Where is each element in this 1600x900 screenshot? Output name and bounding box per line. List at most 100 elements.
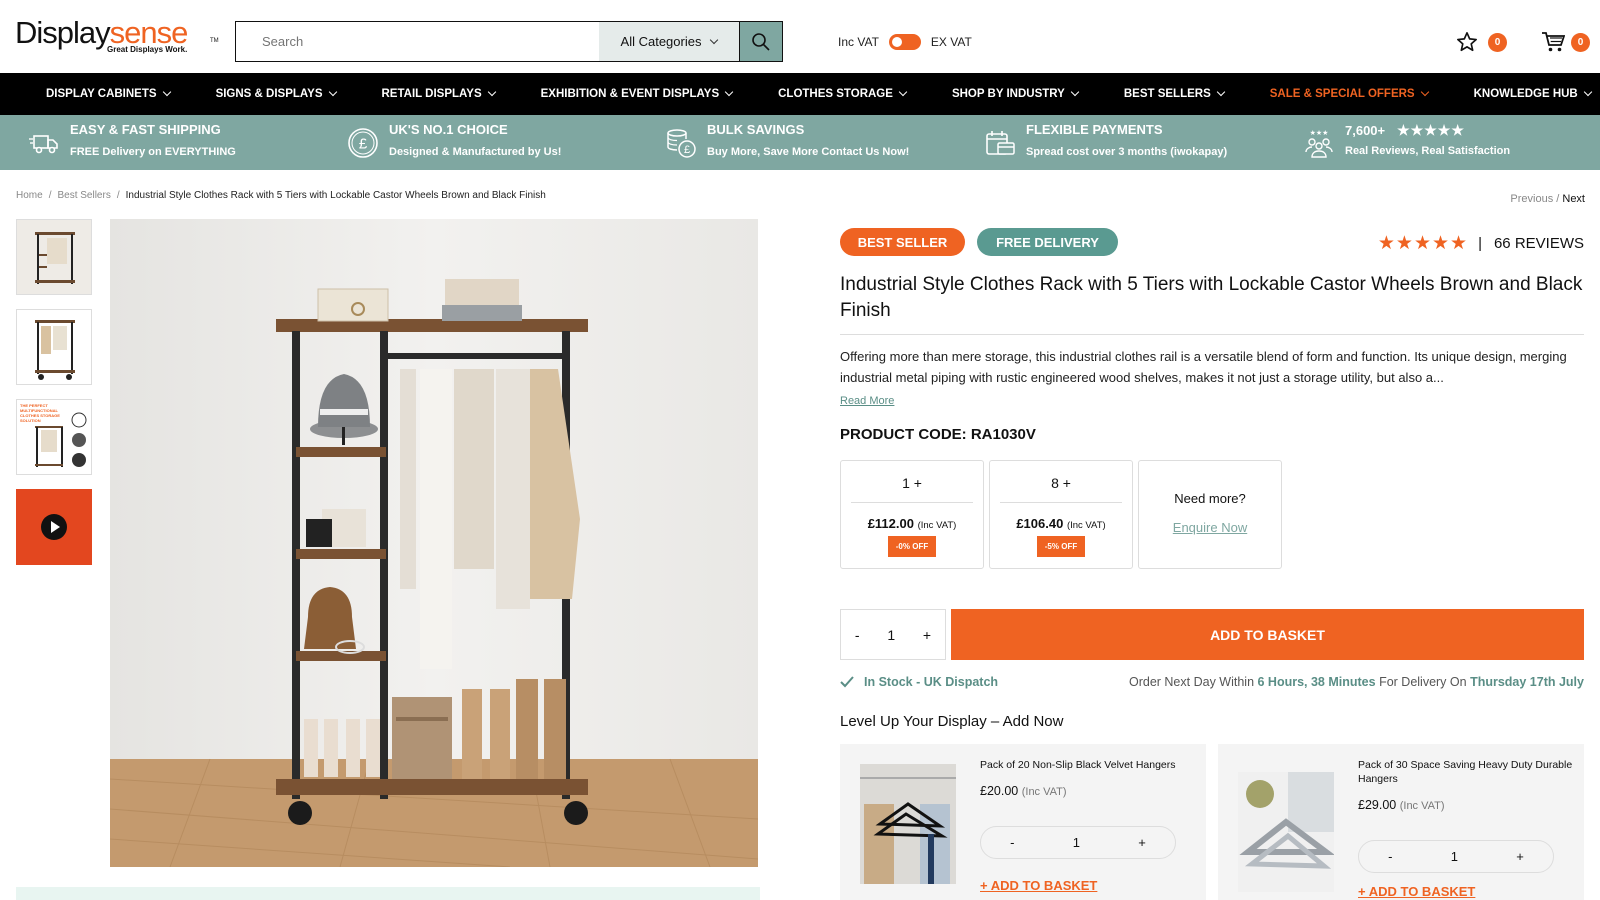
upsell-image[interactable] <box>1238 772 1334 892</box>
upsell-decrease-button[interactable]: - <box>1388 849 1392 864</box>
nav-label: SIGNS & DISPLAYS <box>215 88 323 100</box>
cart-button[interactable]: 0 <box>1541 31 1590 53</box>
rack-clothes-thumbnail-image <box>17 310 91 384</box>
quantity-stepper: - 1 + <box>840 609 946 660</box>
usp-reviews: ★★★ 7,600+ ★★★★★ Real Reviews, Real Satis… <box>1303 122 1510 159</box>
tier-vat-note: (Inc VAT) <box>917 520 957 531</box>
usp-shipping: EASY & FAST SHIPPING FREE Delivery on EVE… <box>28 122 236 159</box>
nav-item-display-cabinets[interactable]: DISPLAY CABINETS <box>46 87 171 100</box>
nav-item-signs-displays[interactable]: SIGNS & DISPLAYS <box>215 87 337 100</box>
upsell-name[interactable]: Pack of 30 Space Saving Heavy Duty Durab… <box>1358 758 1573 786</box>
pager-separator: / <box>1556 193 1560 205</box>
breadcrumb-home[interactable]: Home <box>16 190 43 201</box>
upsell-add-to-basket[interactable]: + ADD TO BASKET <box>980 878 1097 893</box>
velvet-hangers-photo <box>860 764 956 884</box>
stock-status: In Stock - UK Dispatch <box>840 675 998 689</box>
enquire-now-link[interactable]: Enquire Now <box>1139 520 1281 535</box>
truck-icon <box>29 135 58 154</box>
product-description: Offering more than mere storage, this in… <box>840 349 1567 385</box>
usp-subtitle: Real Reviews, Real Satisfaction <box>1345 145 1511 157</box>
search-button[interactable] <box>739 22 782 61</box>
quantity-increase-button[interactable]: + <box>923 627 931 643</box>
usp-uk-choice: £ UK'S NO.1 CHOICE Designed & Manufacture… <box>347 122 561 159</box>
price-tier-1[interactable]: 1 + £112.00 (Inc VAT) -0% OFF <box>840 460 984 569</box>
add-to-basket-button[interactable]: ADD TO BASKET <box>951 609 1584 660</box>
main-product-image[interactable] <box>110 219 758 867</box>
upsell-image[interactable] <box>860 764 956 884</box>
previous-link[interactable]: Previous <box>1510 193 1553 205</box>
vat-toggle[interactable] <box>888 34 921 50</box>
logo-tagline: Great Displays Work. <box>107 45 188 54</box>
cart-icon <box>1542 32 1565 52</box>
upsell-quantity-value[interactable]: 1 <box>1073 835 1080 850</box>
breadcrumb-current: Industrial Style Clothes Rack with 5 Tie… <box>125 190 546 201</box>
chevron-down-icon <box>162 87 171 97</box>
search-icon <box>752 32 770 51</box>
upsell-decrease-button[interactable]: - <box>1010 835 1014 850</box>
quantity-decrease-button[interactable]: - <box>855 627 860 643</box>
upsell-increase-button[interactable]: + <box>1138 835 1146 850</box>
delivery-time: 6 Hours, 38 Minutes <box>1257 675 1376 689</box>
usp-subtitle: FREE Delivery on EVERYTHING <box>70 146 236 158</box>
review-count: 66 REVIEWS <box>1493 235 1584 252</box>
wishlist-button[interactable]: 0 <box>1456 31 1507 53</box>
chevron-down-icon <box>487 87 496 97</box>
nav-item-best-sellers[interactable]: BEST SELLERS <box>1123 87 1225 100</box>
tier-price: £106.40 <box>1016 516 1064 531</box>
svg-text:£: £ <box>359 136 368 153</box>
site-logo[interactable]: Displaysense Great Displays Work. TM <box>15 15 219 55</box>
price-tier-2[interactable]: 8 + £106.40 (Inc VAT) -5% OFF <box>989 460 1133 569</box>
delivery-text: For Delivery On <box>1375 675 1471 689</box>
quantity-value[interactable]: 1 <box>887 627 895 643</box>
nav-item-clothes-storage[interactable]: CLOTHES STORAGE <box>778 87 908 100</box>
nav-label: CLOTHES STORAGE <box>778 88 893 100</box>
delivery-countdown: Order Next Day Within 6 Hours, 38 Minute… <box>1129 675 1584 689</box>
nav-item-retail-displays[interactable]: RETAIL DISPLAYS <box>382 87 496 100</box>
upsell-quantity-stepper: - 1 + <box>980 826 1176 859</box>
breadcrumb-category[interactable]: Best Sellers <box>57 190 110 201</box>
nav-item-sale-offers[interactable]: SALE & SPECIAL OFFERS <box>1270 87 1429 100</box>
nav-item-knowledge-hub[interactable]: KNOWLEDGE HUB <box>1474 87 1592 100</box>
star-outline-icon <box>1457 32 1477 52</box>
search-input[interactable] <box>236 22 599 61</box>
nav-item-exhibition-event-displays[interactable]: EXHIBITION & EVENT DISPLAYS <box>540 87 734 100</box>
usp-rating-stars: ★★★★★ <box>1397 122 1465 138</box>
product-rating[interactable]: ★★★★★ | 66 REVIEWS <box>1378 232 1584 255</box>
rack-infographic-thumbnail-image <box>35 412 87 467</box>
rating-separator: | <box>1478 235 1482 252</box>
thumbnail-2[interactable] <box>16 309 92 385</box>
chevron-down-icon <box>724 87 734 97</box>
tier-quantity: 1 + <box>902 475 922 491</box>
upsell-name[interactable]: Pack of 20 Non-Slip Black Velvet Hangers <box>980 758 1195 772</box>
category-select[interactable]: All Categories <box>599 22 739 61</box>
nav-label: EXHIBITION & EVENT DISPLAYS <box>540 88 720 100</box>
usp-bulk-savings: £ BULK SAVINGS Buy More, Save More Contac… <box>665 122 909 159</box>
image-footer-strip <box>16 887 760 900</box>
chevron-down-icon <box>328 87 337 97</box>
delivery-text: Order Next Day Within <box>1128 675 1258 689</box>
check-icon <box>840 676 854 688</box>
tier-vat-note: (Inc VAT) <box>1066 520 1106 531</box>
tier-price: £112.00 <box>867 516 914 531</box>
product-title: Industrial Style Clothes Rack with 5 Tie… <box>840 274 1583 321</box>
video-thumbnail[interactable] <box>16 489 92 565</box>
stock-text: In Stock - UK Dispatch <box>864 675 999 689</box>
usp-title: FLEXIBLE PAYMENTS <box>1026 122 1163 137</box>
nav-item-shop-by-industry[interactable]: SHOP BY INDUSTRY <box>952 87 1080 100</box>
play-icon <box>41 514 67 540</box>
usp-title: UK'S NO.1 CHOICE <box>389 122 508 137</box>
read-more-link[interactable]: Read More <box>840 395 894 407</box>
thumbnail-1[interactable] <box>16 219 92 295</box>
nav-label: BEST SELLERS <box>1123 88 1211 100</box>
usp-flexible-payments: FLEXIBLE PAYMENTS Spread cost over 3 mont… <box>984 122 1227 159</box>
upsell-add-to-basket[interactable]: + ADD TO BASKET <box>1358 884 1475 899</box>
usp-title: BULK SAVINGS <box>707 122 805 137</box>
upsell-increase-button[interactable]: + <box>1516 849 1524 864</box>
calendar-card-icon <box>986 131 1015 155</box>
next-link[interactable]: Next <box>1562 193 1585 205</box>
logo-trademark: TM <box>210 38 219 44</box>
thumbnail-3[interactable]: THE PERFECT MULTIFUNCTIONAL CLOTHES STOR… <box>16 399 92 475</box>
heavy-duty-hangers-photo <box>1238 772 1334 892</box>
logo-text-display: Display <box>15 15 111 50</box>
upsell-quantity-value[interactable]: 1 <box>1451 849 1458 864</box>
